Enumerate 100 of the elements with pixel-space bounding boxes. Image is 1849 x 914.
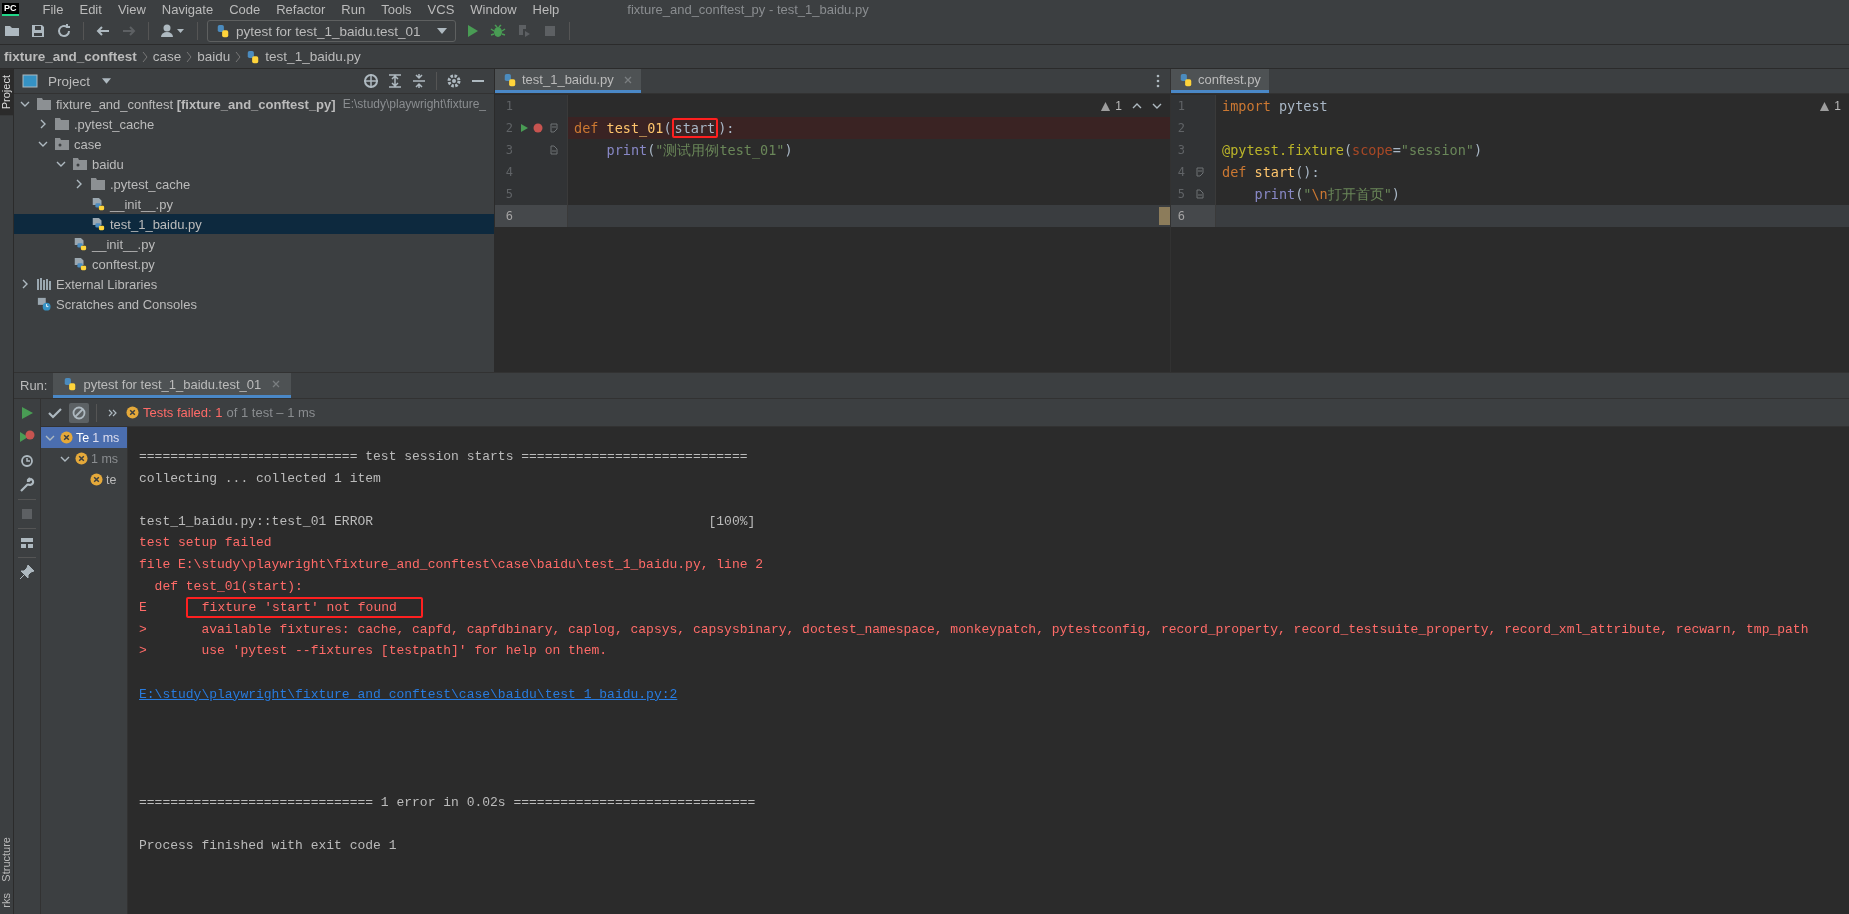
menu-item[interactable]: Tools <box>373 1 420 17</box>
tree-item[interactable]: __init__.py <box>14 194 494 214</box>
test-duration: 1 ms <box>92 430 120 445</box>
code-line: def test_01( start ): <box>573 119 735 137</box>
editor-tab[interactable]: test_1_baidu.py <box>495 69 641 93</box>
panel-title[interactable]: Project <box>48 73 91 89</box>
chevron-right-icon[interactable] <box>38 119 48 129</box>
fold-marker-icon[interactable] <box>1195 189 1205 199</box>
tree-item[interactable]: test_1_baidu.py <box>14 214 494 234</box>
cancel-filter-icon[interactable] <box>69 402 89 423</box>
python-file-icon <box>90 217 106 231</box>
app-logo: PC <box>2 2 19 16</box>
console-text: collecting ... collected 1 item <box>139 469 381 488</box>
breakpoint-icon[interactable] <box>533 123 543 133</box>
fold-marker-icon[interactable] <box>1195 167 1205 177</box>
menu-item[interactable]: View <box>109 1 154 17</box>
line-number: 6 <box>504 209 513 223</box>
python-file-icon <box>1179 72 1193 87</box>
failed-test-icon <box>90 473 103 486</box>
console-text: file E:\study\playwright\fixture_and_conftest\case\baidu\test_1_baidu.py, line 2 <box>139 555 764 574</box>
tree-item-label: .pytest_cache <box>74 116 155 132</box>
chevron-down-icon[interactable] <box>20 99 30 109</box>
tree-item-label: __init__.py <box>92 236 155 252</box>
libraries-icon <box>36 277 52 291</box>
tree-item[interactable]: baidu <box>14 154 494 174</box>
chevron-right-icon[interactable] <box>20 279 30 289</box>
folder-icon <box>54 117 70 131</box>
chevron-right-icon <box>235 50 242 63</box>
breadcrumb-item[interactable]: baidu <box>197 49 231 64</box>
menu-item[interactable]: Window <box>462 1 525 17</box>
menu-item[interactable]: Edit <box>71 1 110 17</box>
warning-count: 1 <box>1834 99 1841 113</box>
caret-icon[interactable] <box>102 78 112 84</box>
menu-item[interactable]: Refactor <box>268 1 334 17</box>
tree-item-label: fixture_and_conftest [fixture_and_conftest_py] <box>56 96 336 112</box>
path-text: E:\study\playwright\fixture_ <box>342 97 487 111</box>
tree-item[interactable]: External Libraries <box>14 274 494 294</box>
more-options-icon[interactable] <box>1156 74 1160 88</box>
breadcrumb-item[interactable]: test_1_baidu.py <box>265 49 361 64</box>
side-tab[interactable]: Project <box>0 69 13 116</box>
pin-icon[interactable] <box>17 562 37 582</box>
window-title: fixture_and_conftest_py - test_1_baidu.py <box>627 1 869 17</box>
menu-item[interactable]: VCS <box>419 1 463 17</box>
console-text: > available fixtures: cache, capfd, capfdbinary, caplog, capsys, capsysbinary, doctest_namespace, monkeypatch, pytestconfig, record_property, record_testsuite_property, record_xml_attribute, recwarn, tmp_path <box>139 620 1809 639</box>
console-text: ============================ test session starts ============================= <box>139 448 748 466</box>
side-tab[interactable]: Structure <box>0 830 13 888</box>
menu-item[interactable]: Run <box>333 1 374 17</box>
code-line: def start(): <box>1221 163 1320 181</box>
run-icon[interactable] <box>519 123 529 133</box>
tree-item[interactable]: __init__.py <box>14 234 494 254</box>
tree-item[interactable]: fixture_and_conftest [fixture_and_conftest_py] E:\study\playwright\fixture_ <box>14 94 494 114</box>
test-status-text: Tests failed: 1 <box>143 405 223 420</box>
console-text: test_1_baidu.py::test_01 ERROR [100%] <box>139 512 756 531</box>
python-icon <box>216 24 230 38</box>
warning-icon[interactable] <box>1819 100 1831 112</box>
double-chevron-icon[interactable] <box>108 408 118 417</box>
file-link[interactable]: E:\study\playwright\fixture_and_conftest\case\baidu\test_1_baidu.py:2 <box>139 683 678 706</box>
panel-label: Run: <box>19 377 49 395</box>
breadcrumb-item[interactable]: fixture_and_conftest <box>4 49 137 64</box>
line-number: 6 <box>1176 209 1185 223</box>
crosshair-icon[interactable] <box>361 71 381 91</box>
python-file-icon <box>90 197 106 211</box>
tree-item[interactable]: case <box>14 134 494 154</box>
test-tree-item[interactable]: te <box>41 469 127 490</box>
editor-tab[interactable]: conftest.py <box>1171 69 1269 93</box>
python-file-icon <box>72 257 88 271</box>
menu-item[interactable]: Code <box>221 1 269 17</box>
fold-marker-icon[interactable] <box>549 123 559 133</box>
tree-item-label: baidu <box>92 156 124 172</box>
code-line: @pytest.fixture(scope="session") <box>1221 141 1483 159</box>
code-line: print("\n打开首页") <box>1253 185 1400 203</box>
scrollbar-marker <box>1159 207 1170 225</box>
breadcrumb-item[interactable]: case <box>152 49 182 64</box>
chevron-right-icon[interactable] <box>74 179 84 189</box>
menu-item[interactable]: Navigate <box>153 1 222 17</box>
fold-marker-icon[interactable] <box>549 145 559 155</box>
folder-icon <box>90 177 106 191</box>
run-tab[interactable]: pytest for test_1_baidu.test_01 <box>53 373 292 398</box>
warning-icon[interactable] <box>1100 100 1112 112</box>
chevron-up-icon[interactable] <box>1132 101 1142 111</box>
test-name: te <box>106 472 117 487</box>
chevron-down-icon[interactable] <box>1152 101 1162 111</box>
menu-item[interactable]: Help <box>524 1 568 17</box>
tree-item-label: test_1_baidu.py <box>110 216 202 232</box>
caret-icon <box>436 28 447 34</box>
console-text: ============================== 1 error in 0.02s =============================== <box>139 793 756 812</box>
tree-item[interactable]: .pytest_cache <box>14 174 494 194</box>
tree-item[interactable]: conftest.py <box>14 254 494 274</box>
test-tree-item[interactable]: 1 ms <box>41 448 127 469</box>
run-configuration-dropdown[interactable]: pytest for test_1_baidu.test_01 <box>207 20 456 42</box>
package-folder-icon <box>72 157 88 171</box>
tree-item[interactable]: .pytest_cache <box>14 114 494 134</box>
tree-item[interactable]: Scratches and Consoles <box>14 294 494 314</box>
side-tab[interactable]: rks <box>0 887 13 914</box>
package-folder-icon <box>54 137 70 151</box>
menu-item[interactable]: File <box>34 1 72 17</box>
test-duration: 1 ms <box>91 451 119 466</box>
scratch-clock-icon <box>36 297 52 311</box>
test-tree-item[interactable]: Te 1 ms <box>41 427 127 448</box>
console-text: def test_01(start): <box>153 577 303 596</box>
